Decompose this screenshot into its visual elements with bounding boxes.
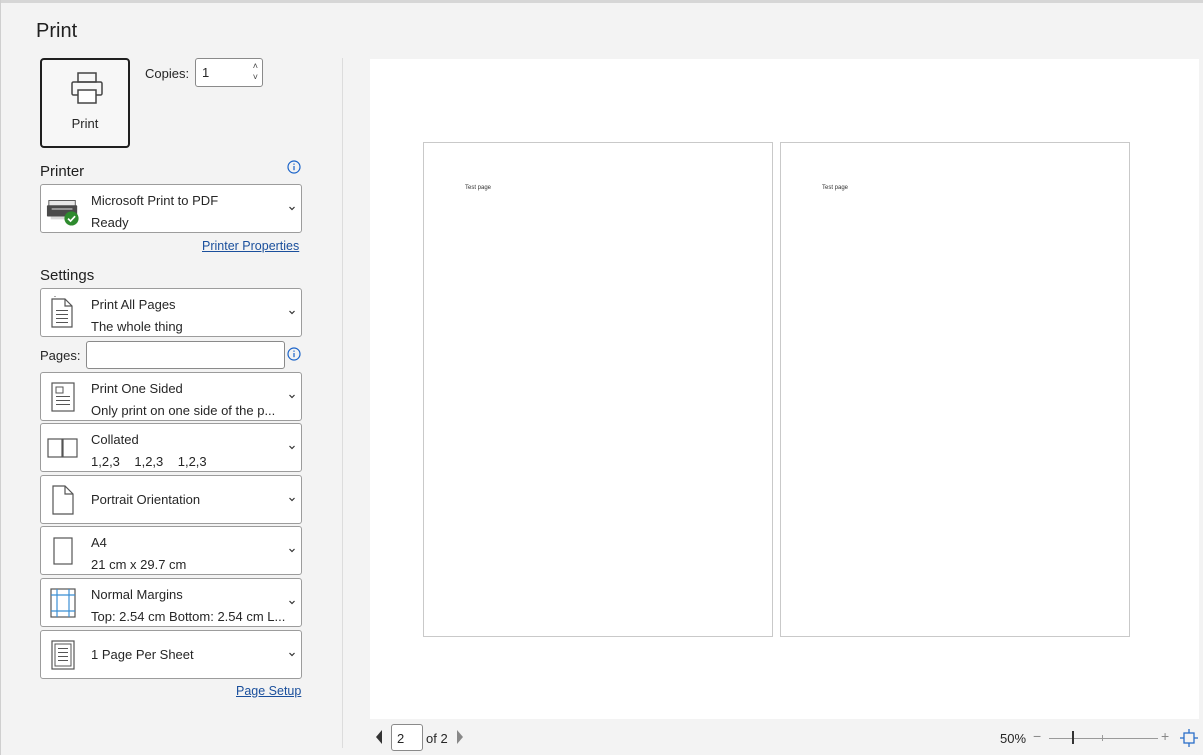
print-preview: Test page Test page: [370, 59, 1199, 719]
pages-icon: [46, 296, 80, 330]
sides-select[interactable]: Print One Sided Only print on one side o…: [40, 372, 302, 421]
page-count: of 2: [426, 731, 448, 746]
settings-heading: Settings: [40, 267, 95, 284]
collation-title: Collated: [91, 432, 139, 447]
page-setup-link[interactable]: Page Setup: [236, 684, 301, 698]
chevron-down-icon: [289, 206, 295, 211]
margins-title: Normal Margins: [91, 587, 183, 602]
pages-label: Pages:: [40, 348, 81, 363]
pages-per-sheet-select[interactable]: 1 Page Per Sheet: [40, 630, 302, 679]
current-page-value: 2: [397, 731, 405, 746]
paper-size-select[interactable]: A4 21 cm x 29.7 cm: [40, 526, 302, 575]
paper-size-title: A4: [91, 535, 107, 550]
zoom-slider-thumb[interactable]: [1072, 731, 1074, 744]
window-top-border: [0, 0, 1203, 3]
zoom-to-page-icon[interactable]: [1180, 729, 1198, 747]
chevron-down-icon: [289, 600, 295, 605]
previous-page-icon[interactable]: [374, 729, 384, 745]
chevron-down-icon: [289, 394, 295, 399]
zoom-level: 50%: [1000, 731, 1027, 746]
preview-page: Test page: [423, 142, 773, 637]
print-range-title: Print All Pages: [91, 297, 176, 312]
printer-properties-link[interactable]: Printer Properties: [202, 239, 299, 253]
preview-page-text: Test page: [822, 185, 849, 191]
page-title: Print: [36, 20, 78, 42]
panel-divider: [342, 58, 343, 748]
collation-select[interactable]: Collated 1,2,3 1,2,3 1,2,3: [40, 423, 302, 472]
chevron-down-icon: [289, 652, 295, 657]
print-button-label: Print: [71, 116, 99, 131]
pages-info-icon[interactable]: [287, 347, 301, 361]
printer-name: Microsoft Print to PDF: [91, 193, 219, 208]
collated-icon: [46, 431, 80, 465]
increment-icon[interactable]: ˄: [253, 61, 258, 72]
orientation-title: Portrait Orientation: [91, 492, 201, 507]
paper-size-subtitle: 21 cm x 29.7 cm: [91, 557, 187, 572]
copies-label: Copies:: [145, 66, 190, 81]
chevron-down-icon: [289, 445, 295, 450]
zoom-in-icon[interactable]: +: [1161, 728, 1169, 744]
printer-icon: [71, 72, 103, 104]
zoom-slider-midmark: [1102, 735, 1103, 741]
sides-subtitle: Only print on one side of the p...: [91, 403, 276, 418]
zoom-slider[interactable]: [1049, 738, 1158, 739]
pages-per-sheet-icon: [46, 638, 80, 672]
printer-select[interactable]: Microsoft Print to PDF Ready: [40, 184, 302, 233]
sides-title: Print One Sided: [91, 381, 183, 396]
margins-icon: [46, 586, 80, 620]
copies-stepper[interactable]: 1 ˄ ˅: [195, 58, 263, 87]
print-range-subtitle: The whole thing: [91, 319, 183, 334]
paper-size-icon: [46, 534, 80, 568]
current-page-input[interactable]: 2: [391, 724, 423, 751]
zoom-out-icon[interactable]: −: [1033, 728, 1041, 744]
copies-value: 1: [202, 65, 210, 80]
preview-page-text: Test page: [465, 185, 492, 191]
pages-per-sheet-title: 1 Page Per Sheet: [91, 647, 194, 662]
next-page-icon[interactable]: [455, 729, 465, 745]
chevron-down-icon: [289, 310, 295, 315]
print-button[interactable]: Print: [40, 58, 130, 148]
pages-input[interactable]: [86, 341, 285, 369]
orientation-select[interactable]: Portrait Orientation: [40, 475, 302, 524]
printer-heading: Printer: [40, 163, 85, 180]
print-range-select[interactable]: Print All Pages The whole thing: [40, 288, 302, 337]
one-sided-icon: [46, 380, 80, 414]
window-left-border: [0, 0, 1, 755]
decrement-icon[interactable]: ˅: [253, 72, 258, 83]
chevron-down-icon: [289, 548, 295, 553]
preview-page: Test page: [780, 142, 1130, 637]
printer-info-icon[interactable]: [287, 160, 301, 174]
margins-subtitle: Top: 2.54 cm Bottom: 2.54 cm L...: [91, 609, 286, 624]
printer-device-icon: [46, 192, 80, 226]
margins-select[interactable]: Normal Margins Top: 2.54 cm Bottom: 2.54…: [40, 578, 302, 627]
printer-status: Ready: [91, 215, 129, 230]
chevron-down-icon: [289, 497, 295, 502]
portrait-icon: [46, 483, 80, 517]
collation-subtitle: 1,2,3 1,2,3 1,2,3: [91, 454, 207, 469]
